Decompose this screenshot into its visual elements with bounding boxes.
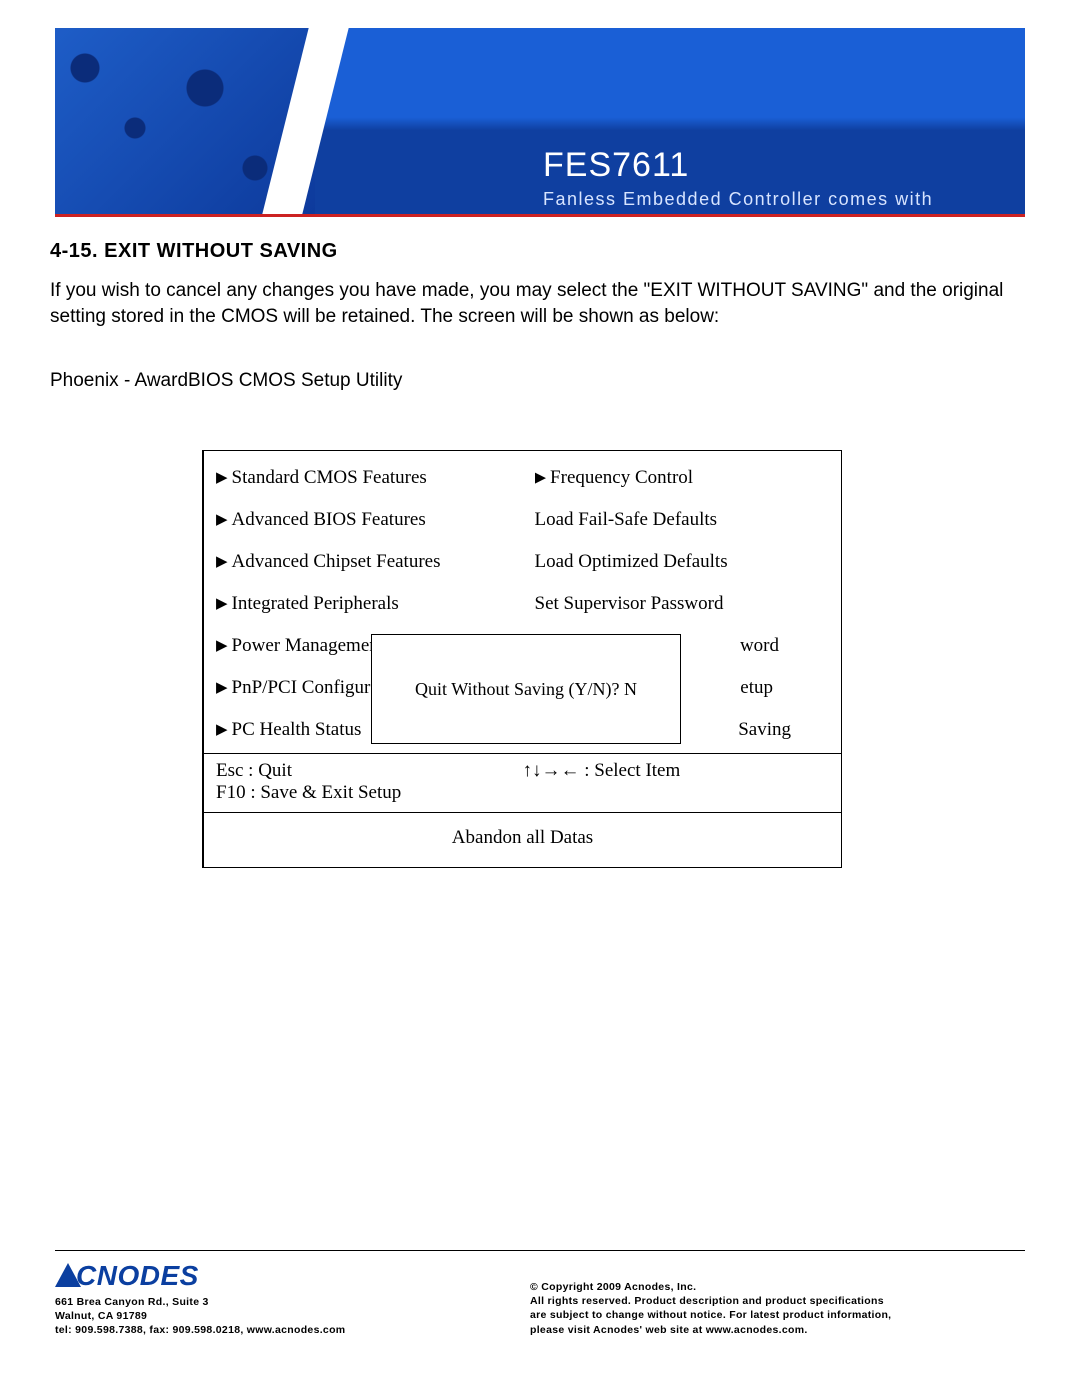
bios-item: Load Optimized Defaults (535, 551, 830, 573)
bios-item-label: Power Managemen (232, 635, 379, 656)
footer-copyright: © Copyright 2009 Acnodes, Inc. All right… (530, 1280, 1030, 1337)
bios-hint-left: Esc : Quit F10 : Save & Exit Setup (216, 760, 523, 804)
logo-text: CNODES (76, 1260, 199, 1291)
banner-underline (55, 214, 1025, 217)
copyright-line: please visit Acnodes' web site at www.ac… (530, 1323, 1030, 1337)
bios-item-label: Advanced Chipset Features (232, 551, 441, 572)
hint-f10: F10 : Save & Exit Setup (216, 782, 523, 804)
bios-item-label: Standard CMOS Features (232, 467, 427, 488)
triangle-icon: ▶ (216, 680, 228, 696)
triangle-icon: ▶ (535, 470, 547, 486)
bios-item: ▶Advanced Chipset Features (216, 551, 511, 573)
bios-footer: Abandon all Datas (204, 813, 841, 867)
addr-line: 661 Brea Canyon Rd., Suite 3 (55, 1295, 345, 1309)
addr-line: tel: 909.598.7388, fax: 909.598.0218, ww… (55, 1323, 345, 1337)
bios-item-label: Set Supervisor Password (535, 593, 724, 614)
bios-item: ▶Frequency Control (535, 467, 830, 489)
bios-item-label: Integrated Peripherals (232, 593, 399, 614)
header-banner: FES7611 Fanless Embedded Controller come… (55, 28, 1025, 214)
footer-address: 661 Brea Canyon Rd., Suite 3 Walnut, CA … (55, 1295, 345, 1338)
bios-item: ▶Standard CMOS Features (216, 467, 511, 489)
product-model: FES7611 (543, 146, 689, 185)
bios-item: ▶Integrated Peripherals (216, 593, 511, 615)
bios-item-label: word (740, 635, 779, 656)
bios-item-label: Saving (738, 719, 791, 740)
triangle-icon: ▶ (216, 722, 228, 738)
bios-hints: Esc : Quit F10 : Save & Exit Setup ↑↓→← … (204, 754, 841, 813)
triangle-icon: ▶ (216, 512, 228, 528)
bios-screen: ▶Standard CMOS Features ▶Advanced BIOS F… (202, 450, 842, 868)
bios-item-label: PC Health Status (232, 719, 362, 740)
bios-utility-label: Phoenix - AwardBIOS CMOS Setup Utility (50, 370, 402, 392)
bios-item-label: PnP/PCI Configura (232, 677, 379, 698)
section-body: If you wish to cancel any changes you ha… (50, 278, 1025, 329)
footer-rule (55, 1250, 1025, 1251)
triangle-icon: ▶ (216, 596, 228, 612)
triangle-icon: ▶ (216, 470, 228, 486)
bios-item: ▶Advanced BIOS Features (216, 509, 511, 531)
product-subtitle: Fanless Embedded Controller comes with I… (543, 188, 933, 214)
bios-item-label: etup (740, 677, 773, 698)
hint-arrows: ↑↓→← : Select Item (523, 760, 830, 782)
copyright-line: All rights reserved. Product description… (530, 1294, 1030, 1308)
acnodes-logo: CNODES (55, 1260, 199, 1292)
bios-menu: ▶Standard CMOS Features ▶Advanced BIOS F… (204, 451, 841, 754)
quit-dialog: Quit Without Saving (Y/N)? N (371, 634, 681, 744)
bios-item-label: Frequency Control (550, 467, 693, 488)
bios-item-label: Advanced BIOS Features (232, 509, 426, 530)
addr-line: Walnut, CA 91789 (55, 1309, 345, 1323)
bios-item: Set Supervisor Password (535, 593, 830, 615)
bios-item-label: Load Optimized Defaults (535, 551, 728, 572)
quit-dialog-text: Quit Without Saving (Y/N)? N (415, 679, 637, 700)
bios-item-label: Load Fail-Safe Defaults (535, 509, 718, 530)
hint-esc: Esc : Quit (216, 760, 523, 782)
bios-item: Load Fail-Safe Defaults (535, 509, 830, 531)
copyright-line: © Copyright 2009 Acnodes, Inc. (530, 1280, 1030, 1294)
section-heading: 4-15. EXIT WITHOUT SAVING (50, 240, 338, 263)
subtitle-line-1: Fanless Embedded Controller comes with (543, 189, 933, 209)
triangle-icon: ▶ (216, 638, 228, 654)
triangle-icon: ▶ (216, 554, 228, 570)
bios-hint-right: ↑↓→← : Select Item (523, 760, 830, 804)
copyright-line: are subject to change without notice. Fo… (530, 1308, 1030, 1322)
